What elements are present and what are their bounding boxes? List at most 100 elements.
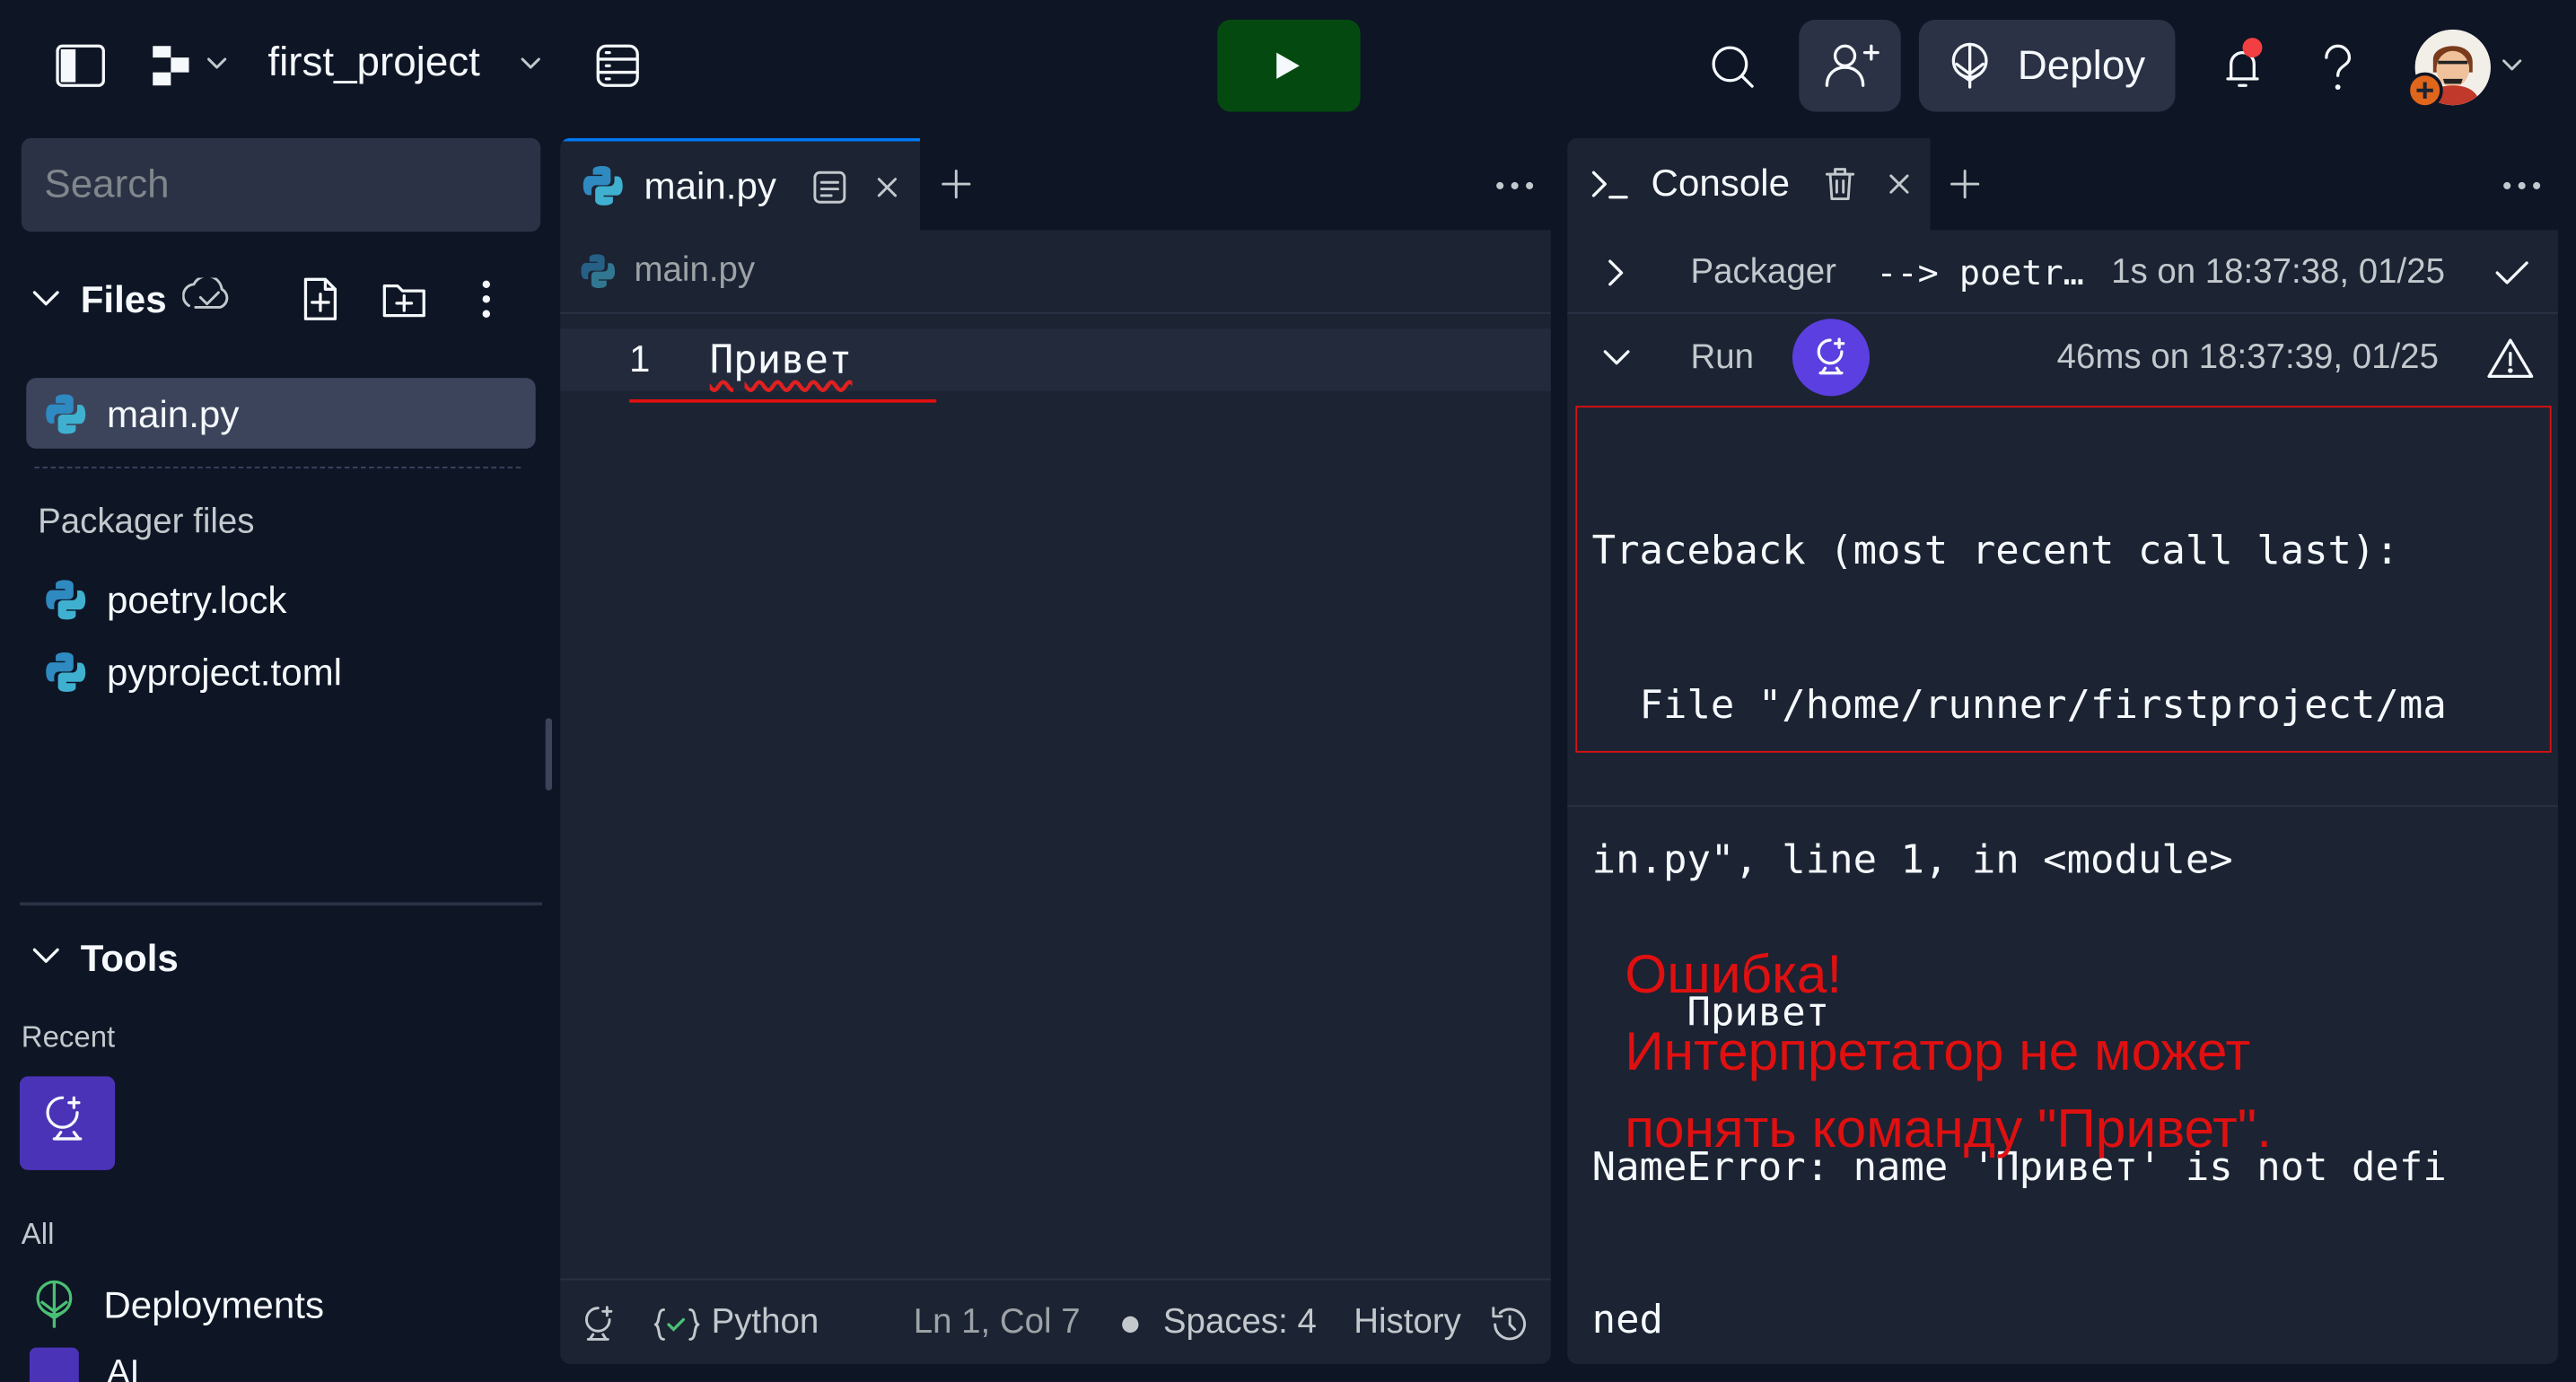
traceback-line: Traceback (most recent call last): <box>1591 528 2399 574</box>
error-underline <box>629 398 937 403</box>
entry-time: 46ms on 18:37:39, 01/25 <box>2056 338 2439 377</box>
recent-label: Recent <box>21 1020 116 1054</box>
chevron-right-icon <box>1608 259 1624 286</box>
divider <box>34 467 521 468</box>
ai-explain-button[interactable] <box>1792 319 1870 397</box>
python-icon <box>581 254 616 288</box>
code-text[interactable]: Привет <box>710 337 853 382</box>
annotation-line: Ошибка! <box>1625 943 1843 1004</box>
file-item-main[interactable]: main.py <box>26 378 536 449</box>
traceback-line: in.py", line 1, in <module> <box>1591 835 2233 882</box>
tab-label: main.py <box>644 164 776 207</box>
tools-label[interactable]: Tools <box>81 937 179 981</box>
breadcrumb[interactable]: main.py <box>560 232 1551 314</box>
traceback-line: File "/home/runner/firstproject/ma <box>1591 681 2447 729</box>
sidebar-resize-handle[interactable] <box>545 718 553 791</box>
python-icon <box>46 394 86 434</box>
tab-console[interactable]: Console <box>1567 137 1931 232</box>
files-collapse-icon[interactable] <box>28 283 64 316</box>
all-label: All <box>21 1217 55 1251</box>
console-more-icon[interactable] <box>2501 179 2544 193</box>
tools-collapse-icon[interactable] <box>28 940 64 973</box>
dot-icon <box>1122 1316 1139 1334</box>
search-icon[interactable] <box>1709 43 1758 92</box>
annotation: Ошибка! Интерпретатор не может понять ко… <box>1625 935 2272 1167</box>
avatar-chevron-icon[interactable] <box>2499 56 2525 75</box>
packager-files-label: Packager files <box>38 503 255 541</box>
new-folder-icon[interactable] <box>380 276 429 322</box>
document-icon[interactable] <box>811 170 847 206</box>
project-chevron-icon[interactable] <box>518 54 544 74</box>
spaces-label: Spaces: 4 <box>1162 1303 1317 1342</box>
tool-item-label: Deployments <box>103 1283 325 1326</box>
sidebar-toggle-icon[interactable] <box>54 43 107 89</box>
entry-label: Run <box>1690 338 1755 377</box>
tools-divider <box>19 902 543 905</box>
ai-icon <box>46 1096 83 1141</box>
console-entry-packager[interactable]: Packager --> poetr… 1s on 18:37:38, 01/2… <box>1567 232 2558 314</box>
logo-icon[interactable] <box>150 43 193 89</box>
file-item-label: pyproject.toml <box>106 651 343 694</box>
python-icon <box>46 580 86 620</box>
deploy-button[interactable]: Deploy <box>1918 19 2176 112</box>
history-icon <box>1492 1307 1526 1341</box>
file-item-poetry-lock[interactable]: poetry.lock <box>26 567 535 633</box>
tab-label: Console <box>1651 161 1791 205</box>
chevron-down-icon[interactable] <box>204 54 230 74</box>
close-icon[interactable] <box>872 172 902 202</box>
code-check-icon <box>653 1308 700 1341</box>
console-entry-run[interactable]: Run 46ms on 18:37:39, 01/25 <box>1567 316 2558 401</box>
file-item-pyproject[interactable]: pyproject.toml <box>26 639 535 704</box>
editor-more-icon[interactable] <box>1494 179 1537 193</box>
annotation-line: понять команду "Привет". <box>1625 1098 2273 1159</box>
run-button[interactable] <box>1217 19 1361 112</box>
tool-item-deployments[interactable]: Deployments <box>26 1272 535 1337</box>
files-label[interactable]: Files <box>81 277 167 321</box>
close-icon[interactable] <box>1884 170 1914 199</box>
recent-ai-tool[interactable] <box>19 1076 116 1170</box>
add-tab-icon[interactable] <box>938 166 974 202</box>
search-placeholder: Search <box>44 162 170 207</box>
project-name[interactable]: first_project <box>267 39 480 87</box>
python-icon <box>46 652 86 692</box>
code-line[interactable]: 1 Привет <box>560 328 1551 391</box>
check-icon <box>2495 261 2528 284</box>
tool-item-label: AI <box>106 1353 140 1382</box>
editor-status-bar: Python Ln 1, Col 7 Spaces: 4 History <box>560 1278 1551 1364</box>
warning-icon <box>2487 338 2534 378</box>
new-file-icon[interactable] <box>299 275 342 324</box>
deploy-label: Deploy <box>2017 42 2146 89</box>
invite-user-button[interactable] <box>1799 19 1901 112</box>
history-label: History <box>1354 1303 1461 1342</box>
output-divider <box>1567 805 2558 808</box>
deploy-icon <box>1951 42 1988 89</box>
traceback-output: Traceback (most recent call last): File … <box>1575 406 2552 1343</box>
cursor-position[interactable]: Ln 1, Col 7 <box>914 1303 1081 1343</box>
storage-icon[interactable] <box>593 41 643 91</box>
add-tab-icon[interactable] <box>1947 166 1983 202</box>
avatar-badge-icon <box>2406 72 2443 109</box>
console-pane: Console Packager --> poetr… 1s on 18:37:… <box>1567 137 2558 1364</box>
ai-icon <box>1817 337 1845 375</box>
traceback-line: ned <box>1591 1297 1664 1343</box>
sidebar: Search Files main.py Packager files poet… <box>0 131 553 1382</box>
help-icon[interactable] <box>2317 41 2360 94</box>
files-menu-icon[interactable] <box>473 276 499 322</box>
terminal-icon <box>1591 171 1628 199</box>
search-input[interactable]: Search <box>21 137 541 232</box>
tool-item-ai[interactable]: AI <box>26 1344 535 1382</box>
ai-icon[interactable] <box>580 1303 616 1346</box>
bell-icon[interactable] <box>2214 36 2274 95</box>
chevron-down-icon <box>1603 350 1630 365</box>
ai-icon <box>29 1347 79 1382</box>
tab-main-py[interactable]: main.py <box>560 137 921 232</box>
line-number: 1 <box>629 337 651 380</box>
breadcrumb-file: main.py <box>634 251 756 290</box>
run-play-icon <box>1276 52 1300 79</box>
editor-pane: main.py main.py 1 Привет Python Ln 1, Co… <box>560 137 1551 1364</box>
entry-detail: --> poetr… <box>1876 253 2084 293</box>
annotation-line: Интерпретатор не может <box>1625 1020 2251 1081</box>
trash-icon[interactable] <box>1822 164 1858 204</box>
entry-time: 1s on 18:37:38, 01/25 <box>2111 253 2445 292</box>
file-item-label: main.py <box>106 392 240 436</box>
